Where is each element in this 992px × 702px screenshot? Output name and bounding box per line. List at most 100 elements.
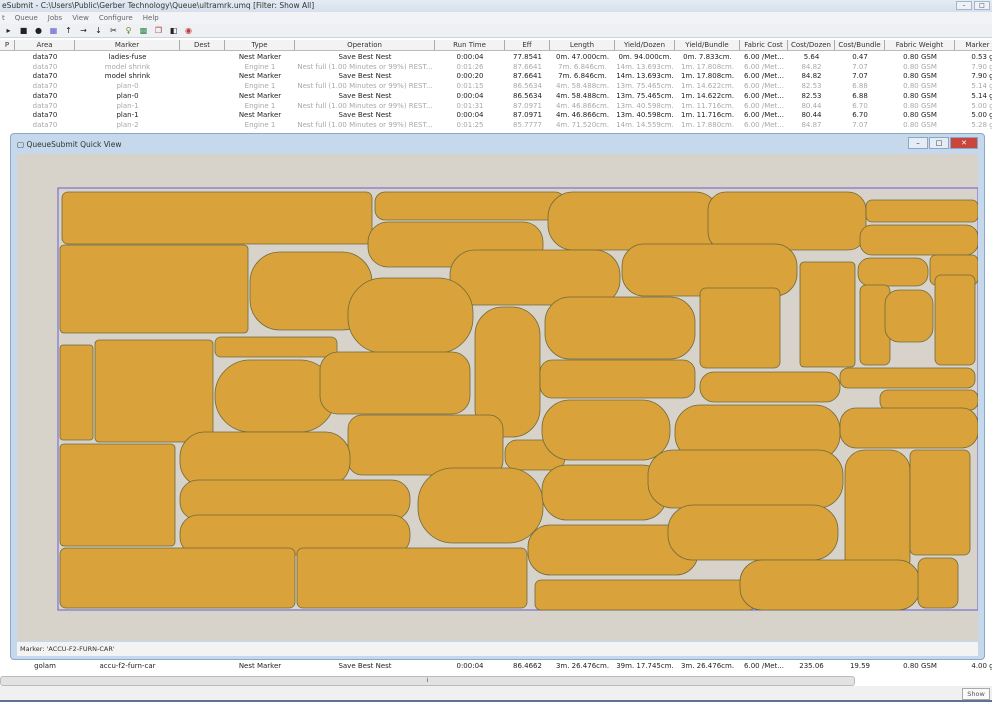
quick-view-title: ▢ QueueSubmit Quick View: [17, 140, 122, 149]
column-header-yield-dozen[interactable]: Yield/Dozen: [615, 40, 675, 50]
cell-marker: model shrink: [104, 62, 151, 71]
cell-marker: plan-1: [116, 111, 139, 120]
menu-jobs[interactable]: Jobs: [48, 12, 62, 24]
marker-piece: [534, 579, 756, 611]
table-row[interactable]: data70 plan-0 Nest Marker Save Best Nest 0:0…: [0, 92, 992, 102]
column-header-run-time[interactable]: Run Time: [435, 40, 505, 50]
minimize-button[interactable]: –: [956, 1, 972, 10]
cell-eff: 77.8541: [513, 53, 542, 61]
cell-yield-dozen: 13m. 75.465cm.: [616, 91, 674, 100]
table-row[interactable]: data70 ladies-fuse Nest Marker Save Best Ne…: [0, 53, 992, 63]
marker-piece: [347, 414, 504, 476]
cell-run-time: 0:01:15: [456, 82, 484, 91]
cell-cost-dozen: 84.82: [801, 62, 822, 71]
key-icon[interactable]: ♀: [124, 26, 133, 35]
column-header-cost-dozen[interactable]: Cost/Dozen: [788, 40, 835, 50]
column-header-dest[interactable]: Dest: [180, 40, 225, 50]
marker-piece: [667, 504, 839, 561]
cell-operation: Nest full (1.00 Minutes or 99%) REST...: [297, 82, 433, 91]
cell-yield-bundle: 1m. 11.716cm.: [680, 101, 735, 110]
menu-t[interactable]: t: [2, 12, 5, 24]
cell-cost-bundle: 7.07: [852, 72, 868, 81]
window-title: eSubmit - C:\Users\Public\Gerber Technol…: [2, 1, 315, 10]
cell-marker: plan-1: [116, 101, 139, 110]
move-up-icon[interactable]: ↑: [64, 26, 73, 35]
cell-area: data70: [32, 53, 58, 61]
cell-eff: 86.5634: [513, 91, 542, 100]
cell-length: 4m. 46.866cm.: [555, 101, 610, 110]
table-row[interactable]: golam accu-f2-furn-car Nest Marker Save Bes…: [0, 662, 992, 672]
cell-cost-bundle: 6.88: [852, 82, 868, 91]
quick-view-maximize-button[interactable]: □: [929, 137, 949, 149]
table-row[interactable]: data70 plan-1 Nest Marker Save Best Nest 0:0…: [0, 111, 992, 121]
table-row[interactable]: data70 plan-0 Engine 1 Nest full (1.00 Minu…: [0, 82, 992, 92]
play-icon[interactable]: ▸: [4, 26, 13, 35]
column-header-length[interactable]: Length: [550, 40, 615, 50]
cell-fabric-cost: 6.00 /Met...: [744, 91, 784, 100]
column-header-marker[interactable]: Marker: [75, 40, 180, 50]
cell-fabric-weight: 0.80 GSM: [903, 662, 937, 670]
cell-fabric-weight: 0.80 GSM: [903, 82, 937, 91]
cell-fabric-weight: 0.80 GSM: [903, 72, 937, 81]
cell-dest: [180, 82, 225, 92]
chart-icon[interactable]: ▩: [139, 26, 148, 35]
marker-piece: [61, 191, 373, 245]
marker-piece: [417, 467, 544, 544]
column-header-marker-w[interactable]: Marker W: [955, 40, 992, 50]
marker-piece: [347, 277, 474, 354]
cell-p: [0, 63, 15, 73]
cell-dest: [180, 662, 225, 672]
table-row[interactable]: data70 plan-1 Engine 1 Nest full (1.00 Minu…: [0, 102, 992, 112]
column-header-fabric-cost[interactable]: Fabric Cost: [740, 40, 788, 50]
column-header-type[interactable]: Type: [225, 40, 295, 50]
cell-operation: Save Best Nest: [338, 72, 392, 81]
column-header-cost-bundle[interactable]: Cost/Bundle: [835, 40, 885, 50]
menu-queue[interactable]: Queue: [15, 12, 38, 24]
cut-icon[interactable]: ✂: [109, 26, 118, 35]
menu-view[interactable]: View: [72, 12, 89, 24]
cell-fabric-weight: 0.80 GSM: [903, 53, 937, 61]
delete-icon[interactable]: ◉: [184, 26, 193, 35]
column-header-area[interactable]: Area: [15, 40, 75, 50]
cell-eff: 85.7777: [513, 120, 542, 129]
cell-yield-dozen: 13m. 75.465cm.: [616, 82, 674, 91]
menu-configure[interactable]: Configure: [99, 12, 133, 24]
record-icon[interactable]: ●: [34, 26, 43, 35]
column-header-eff[interactable]: Eff: [505, 40, 550, 50]
grid-icon[interactable]: ▦: [49, 26, 58, 35]
cell-p: [0, 102, 15, 112]
cell-length: 4m. 46.866cm.: [555, 111, 610, 120]
move-right-icon[interactable]: →: [79, 26, 88, 35]
column-header-fabric-weight[interactable]: Fabric Weight: [885, 40, 955, 50]
cell-area: data70: [32, 72, 58, 81]
column-header-p[interactable]: P: [0, 40, 15, 50]
table-row[interactable]: data70 model shrink Engine 1 Nest full (1.0…: [0, 63, 992, 73]
quick-view-minimize-button[interactable]: –: [908, 137, 928, 149]
cell-cost-bundle: 0.47: [852, 53, 868, 61]
column-header-operation[interactable]: Operation: [295, 40, 435, 50]
marker-piece: [699, 287, 781, 369]
column-header-yield-bundle[interactable]: Yield/Bundle: [675, 40, 740, 50]
table-row[interactable]: data70 plan-2 Engine 1 Nest full (1.00 Minu…: [0, 121, 992, 131]
cell-run-time: 0:00:20: [456, 72, 484, 81]
quick-view-close-button[interactable]: ✕: [950, 137, 978, 149]
cell-marker-w: 7.90 g: [971, 72, 992, 81]
cell-run-time: 0:01:25: [456, 120, 484, 129]
copy-icon[interactable]: ❐: [154, 26, 163, 35]
stop-icon[interactable]: ■: [19, 26, 28, 35]
cell-operation: Nest full (1.00 Minutes or 99%) REST...: [297, 101, 433, 110]
maximize-button[interactable]: □: [974, 1, 990, 10]
cell-yield-dozen: 14m. 13.693cm.: [616, 62, 674, 71]
menu-help[interactable]: Help: [143, 12, 159, 24]
cell-type: Engine 1: [244, 82, 276, 91]
cell-yield-bundle: 1m. 14.622cm.: [680, 91, 735, 100]
move-down-icon[interactable]: ↓: [94, 26, 103, 35]
marker-piece: [59, 344, 94, 441]
cell-fabric-weight: 0.80 GSM: [903, 111, 937, 120]
cell-cost-bundle: 7.07: [852, 62, 868, 71]
table-row[interactable]: data70 model shrink Nest Marker Save Best N…: [0, 72, 992, 82]
export-icon[interactable]: ◧: [169, 26, 178, 35]
horizontal-scrollbar[interactable]: ⁞: [0, 676, 855, 686]
cell-fabric-weight: 0.80 GSM: [903, 62, 937, 71]
show-button[interactable]: Show: [962, 688, 990, 700]
